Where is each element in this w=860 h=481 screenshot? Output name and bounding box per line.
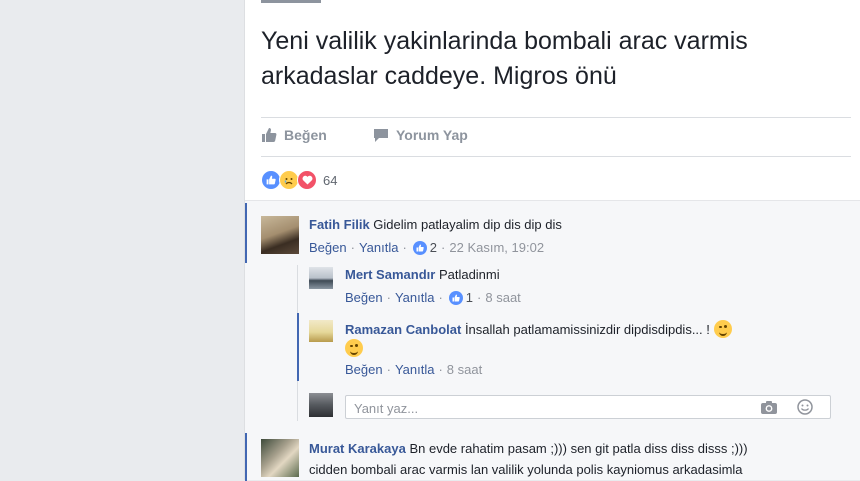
- reply-like-link[interactable]: Beğen: [345, 362, 383, 377]
- post-header-edge: [261, 0, 321, 3]
- comment-author[interactable]: Fatih Filik: [309, 217, 370, 232]
- camera-icon[interactable]: [760, 399, 778, 415]
- post-action-bar: Beğen Yorum Yap: [261, 117, 851, 157]
- sad-reaction-icon: [279, 170, 299, 190]
- comment-button-label: Yorum Yap: [396, 127, 468, 143]
- comment-thread-indicator: [245, 203, 247, 263]
- emoji-picker-icon[interactable]: [796, 399, 814, 415]
- reply-highlight-indicator: [297, 313, 299, 381]
- separator-dot: ·: [438, 290, 443, 305]
- comment-thread-indicator: [245, 433, 247, 481]
- thumbs-up-icon: [261, 127, 277, 143]
- avatar[interactable]: [261, 216, 299, 254]
- avatar[interactable]: [309, 320, 333, 342]
- reactions-summary[interactable]: 64: [261, 170, 337, 190]
- reply-time[interactable]: 8 saat: [485, 290, 520, 305]
- comment-likes-count: 2: [429, 240, 438, 255]
- reply-like-link[interactable]: Beğen: [345, 290, 383, 305]
- separator-dot: ·: [441, 240, 446, 255]
- reply-body: Ramazan Canbolat İnsallah patlamamissini…: [345, 320, 732, 338]
- comment-likes-badge[interactable]: 2: [412, 240, 438, 255]
- comment-meta: Beğen · Yanıtla · 2 · 22 Kasım, 19:02: [309, 240, 544, 255]
- like-badge-icon: [412, 240, 427, 255]
- reply-likes-badge[interactable]: 1: [448, 290, 474, 305]
- separator-dot: ·: [350, 240, 355, 255]
- reply-reply-link[interactable]: Yanıtla: [395, 362, 435, 377]
- like-badge-icon: [448, 290, 463, 305]
- love-reaction-icon: [297, 170, 317, 190]
- like-button[interactable]: Beğen: [261, 127, 327, 143]
- reply-text: İnsallah patlamamissinizdir dipdisdipdis…: [464, 322, 710, 337]
- comment-button[interactable]: Yorum Yap: [373, 127, 468, 143]
- comment-text: Bn evde rahatim pasam ;))) sen git patla…: [409, 441, 748, 456]
- comment-text-line-2: cidden bombali arac varmis lan valilik y…: [309, 462, 743, 477]
- post-text: Yeni valilik yakinlarinda bombali arac v…: [261, 24, 851, 94]
- reply-reply-link[interactable]: Yanıtla: [395, 290, 435, 305]
- avatar[interactable]: [309, 267, 333, 289]
- smirk-emoji-icon: [345, 339, 363, 357]
- like-button-label: Beğen: [284, 127, 327, 143]
- reply-composer: [345, 395, 831, 419]
- comment-like-link[interactable]: Beğen: [309, 240, 347, 255]
- reply-input[interactable]: [352, 398, 746, 418]
- separator-dot: ·: [402, 240, 407, 255]
- reply-likes-count: 1: [465, 290, 474, 305]
- separator-dot: ·: [386, 362, 391, 377]
- comment-time[interactable]: 22 Kasım, 19:02: [449, 240, 544, 255]
- separator-dot: ·: [477, 290, 482, 305]
- separator-dot: ·: [438, 362, 443, 377]
- post-text-line-1: Yeni valilik yakinlarinda bombali arac v…: [261, 27, 748, 55]
- reply-author[interactable]: Ramazan Canbolat: [345, 322, 461, 337]
- comment-body: Fatih Filik Gidelim patlayalim dip dis d…: [309, 217, 562, 232]
- comment-author[interactable]: Murat Karakaya: [309, 441, 406, 456]
- comment-bubble-icon: [373, 127, 389, 143]
- post-card: Yeni valilik yakinlarinda bombali arac v…: [244, 0, 860, 481]
- reply-body-continuation: [345, 339, 363, 357]
- avatar: [309, 393, 333, 417]
- separator-dot: ·: [386, 290, 391, 305]
- reply-meta: Beğen · Yanıtla · 1 · 8 saat: [345, 290, 521, 305]
- reply-time[interactable]: 8 saat: [447, 362, 482, 377]
- reply-text: Patladinmi: [438, 267, 500, 282]
- reactions-count: 64: [323, 172, 338, 188]
- like-reaction-icon: [261, 170, 281, 190]
- comment-text: Gidelim patlayalim dip dis dip dis: [373, 217, 562, 232]
- reply-body: Mert Samandır Patladinmi: [345, 267, 500, 282]
- post-text-line-2: arkadaslar caddeye. Migros önü: [261, 62, 617, 90]
- comments-section: Fatih Filik Gidelim patlayalim dip dis d…: [245, 200, 860, 481]
- reply-meta: Beğen · Yanıtla · 8 saat: [345, 362, 482, 377]
- smirk-emoji-icon: [713, 320, 732, 338]
- comment-reply-link[interactable]: Yanıtla: [359, 240, 399, 255]
- comment-text-continuation: cidden bombali arac varmis lan valilik y…: [309, 462, 743, 477]
- comment-body: Murat Karakaya Bn evde rahatim pasam ;))…: [309, 441, 748, 456]
- reply-author[interactable]: Mert Samandır: [345, 267, 435, 282]
- avatar[interactable]: [261, 439, 299, 477]
